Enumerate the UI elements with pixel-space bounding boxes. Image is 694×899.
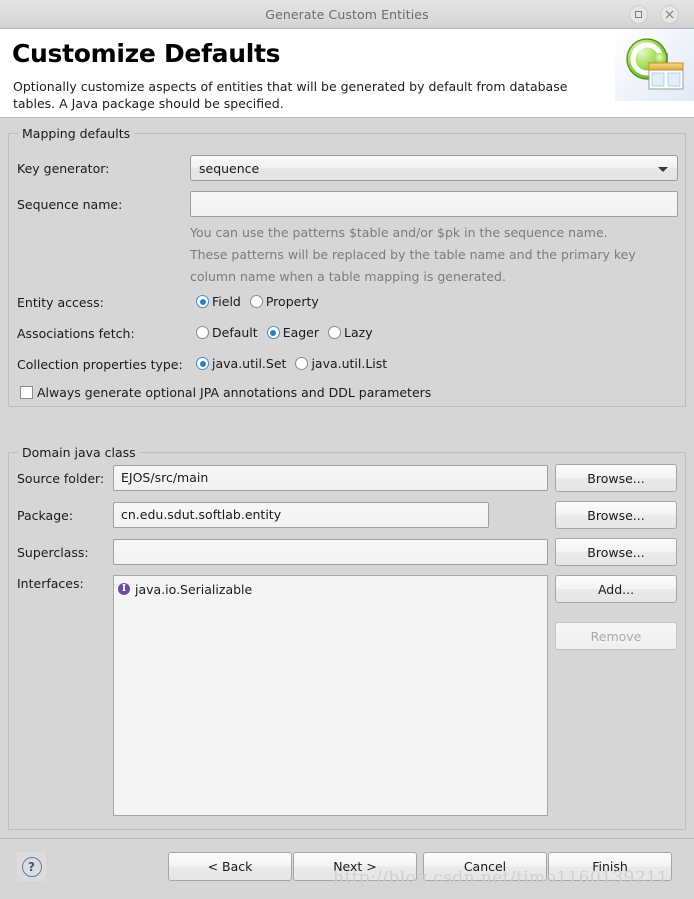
maximize-glyph — [635, 11, 642, 18]
page-title: Customize Defaults — [12, 39, 281, 68]
key-generator-combo[interactable]: sequence — [190, 155, 678, 181]
collection-type-radio-group: java.util.Set java.util.List — [196, 356, 396, 371]
package-browse-button[interactable]: Browse... — [555, 501, 677, 529]
entity-access-label: Entity access: — [17, 295, 104, 310]
radio-collection-list[interactable]: java.util.List — [295, 356, 387, 371]
finish-button[interactable]: Finish — [548, 852, 672, 881]
list-item[interactable]: I java.io.Serializable — [118, 580, 252, 598]
add-interface-button[interactable]: Add... — [555, 575, 677, 603]
sequence-name-input[interactable] — [190, 191, 678, 217]
radio-collection-set[interactable]: java.util.Set — [196, 356, 286, 371]
key-generator-value: sequence — [199, 161, 260, 176]
interface-icon: I — [118, 583, 130, 595]
title-bar: Generate Custom Entities — [0, 0, 694, 29]
radio-label: Lazy — [344, 325, 373, 340]
entity-access-radio-group: Field Property — [196, 294, 328, 309]
sequence-hint-line-1: You can use the patterns $table and/or $… — [190, 225, 608, 240]
associations-fetch-radio-group: Default Eager Lazy — [196, 325, 382, 340]
sequence-hint-line-2: These patterns will be replaced by the t… — [190, 247, 636, 262]
entities-wizard-icon — [615, 29, 694, 101]
sequence-name-label: Sequence name: — [17, 197, 123, 212]
wizard-dialog: Generate Custom Entities Customize Defau… — [0, 0, 694, 899]
mapping-defaults-group-label: Mapping defaults — [18, 126, 135, 141]
domain-java-class-group-label: Domain java class — [18, 445, 140, 460]
help-icon[interactable]: ? — [17, 852, 46, 881]
back-button[interactable]: < Back — [168, 852, 292, 881]
sequence-hint-line-3: column name when a table mapping is gene… — [190, 269, 506, 284]
help-glyph: ? — [21, 856, 42, 877]
superclass-browse-button[interactable]: Browse... — [555, 538, 677, 566]
radio-label: java.util.Set — [212, 356, 287, 371]
radio-entity-access-property[interactable]: Property — [249, 294, 319, 309]
chevron-down-icon — [658, 167, 668, 172]
radio-label: java.util.List — [311, 356, 388, 371]
source-folder-value: EJOS/src/main — [121, 470, 209, 485]
key-generator-label: Key generator: — [17, 161, 110, 176]
close-glyph — [665, 10, 674, 19]
radio-label: Field — [212, 294, 241, 309]
interfaces-list[interactable]: I java.io.Serializable — [113, 575, 548, 816]
source-folder-browse-button[interactable]: Browse... — [555, 464, 677, 492]
radio-indicator — [295, 357, 309, 370]
wizard-banner: Customize Defaults Optionally customize … — [0, 29, 694, 118]
associations-fetch-label: Associations fetch: — [17, 326, 135, 341]
always-generate-checkbox[interactable]: Always generate optional JPA annotations… — [20, 385, 431, 400]
interface-name: java.io.Serializable — [135, 581, 253, 597]
remove-interface-button: Remove — [555, 622, 677, 650]
radio-fetch-default[interactable]: Default — [196, 325, 258, 340]
page-description: Optionally customize aspects of entities… — [13, 79, 568, 111]
cancel-button[interactable]: Cancel — [423, 852, 547, 881]
next-button[interactable]: Next > — [293, 852, 417, 881]
interfaces-label: Interfaces: — [17, 576, 84, 591]
package-value: cn.edu.sdut.softlab.entity — [121, 507, 282, 522]
radio-fetch-eager[interactable]: Eager — [266, 325, 320, 340]
radio-indicator — [196, 357, 209, 370]
package-label: Package: — [17, 508, 74, 523]
radio-indicator — [196, 295, 209, 308]
maximize-icon[interactable] — [629, 5, 648, 24]
superclass-input[interactable] — [113, 539, 548, 565]
source-folder-input[interactable]: EJOS/src/main — [113, 465, 548, 491]
radio-fetch-lazy[interactable]: Lazy — [328, 325, 373, 340]
radio-label: Eager — [282, 325, 320, 340]
radio-indicator — [196, 326, 209, 339]
collection-type-label: Collection properties type: — [17, 357, 183, 372]
radio-entity-access-field[interactable]: Field — [196, 294, 241, 309]
radio-label: Default — [212, 325, 258, 340]
checkbox-indicator — [20, 386, 33, 399]
always-generate-label: Always generate optional JPA annotations… — [37, 385, 432, 400]
radio-label: Property — [265, 294, 319, 309]
radio-indicator — [328, 326, 342, 339]
footer-separator — [0, 838, 694, 839]
superclass-label: Superclass: — [17, 545, 89, 560]
package-input[interactable]: cn.edu.sdut.softlab.entity — [113, 502, 489, 528]
source-folder-label: Source folder: — [17, 471, 105, 486]
radio-indicator — [249, 295, 263, 308]
window-title: Generate Custom Entities — [265, 7, 429, 22]
radio-indicator — [266, 326, 280, 339]
close-icon[interactable] — [660, 5, 679, 24]
